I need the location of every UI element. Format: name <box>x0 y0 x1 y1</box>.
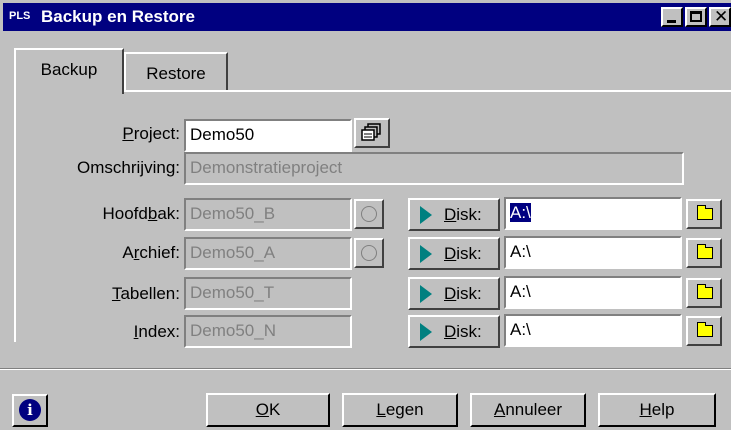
maximize-button[interactable] <box>685 7 707 27</box>
help-button[interactable]: Help <box>598 393 716 427</box>
minimize-icon <box>667 20 676 23</box>
tab-restore-label: Restore <box>146 64 206 83</box>
clear-label-rest: egen <box>385 400 424 419</box>
help-label-rest: elp <box>651 400 675 419</box>
close-icon: ✕ <box>714 7 729 26</box>
active-tab-joint <box>16 88 122 94</box>
tab-backup-label: Backup <box>40 60 98 79</box>
info-icon: i <box>19 399 41 421</box>
separator-highlight <box>0 369 731 370</box>
ok-button[interactable]: OK <box>206 393 330 427</box>
backup-restore-window: PLS Backup en Restore ✕ Backup Restore P… <box>0 0 731 430</box>
cancel-button[interactable]: Annuleer <box>470 393 586 427</box>
info-button[interactable]: i <box>12 394 48 427</box>
tab-restore[interactable]: Restore <box>124 52 228 92</box>
clear-label: L <box>376 400 386 419</box>
clear-button[interactable]: Legen <box>342 393 458 427</box>
help-label: H <box>639 400 652 419</box>
cancel-label: A <box>493 400 506 419</box>
minimize-button[interactable] <box>661 7 683 27</box>
maximize-icon <box>690 11 702 22</box>
title-bar[interactable]: PLS Backup en Restore ✕ <box>3 3 731 31</box>
cancel-label-rest: nnuleer <box>505 400 563 419</box>
close-button[interactable]: ✕ <box>709 7 731 27</box>
backup-panel <box>14 90 731 342</box>
ok-label-rest: K <box>268 400 281 419</box>
ok-label: O <box>255 400 269 419</box>
app-icon[interactable]: PLS <box>9 10 30 22</box>
window-title: Backup en Restore <box>41 7 195 26</box>
